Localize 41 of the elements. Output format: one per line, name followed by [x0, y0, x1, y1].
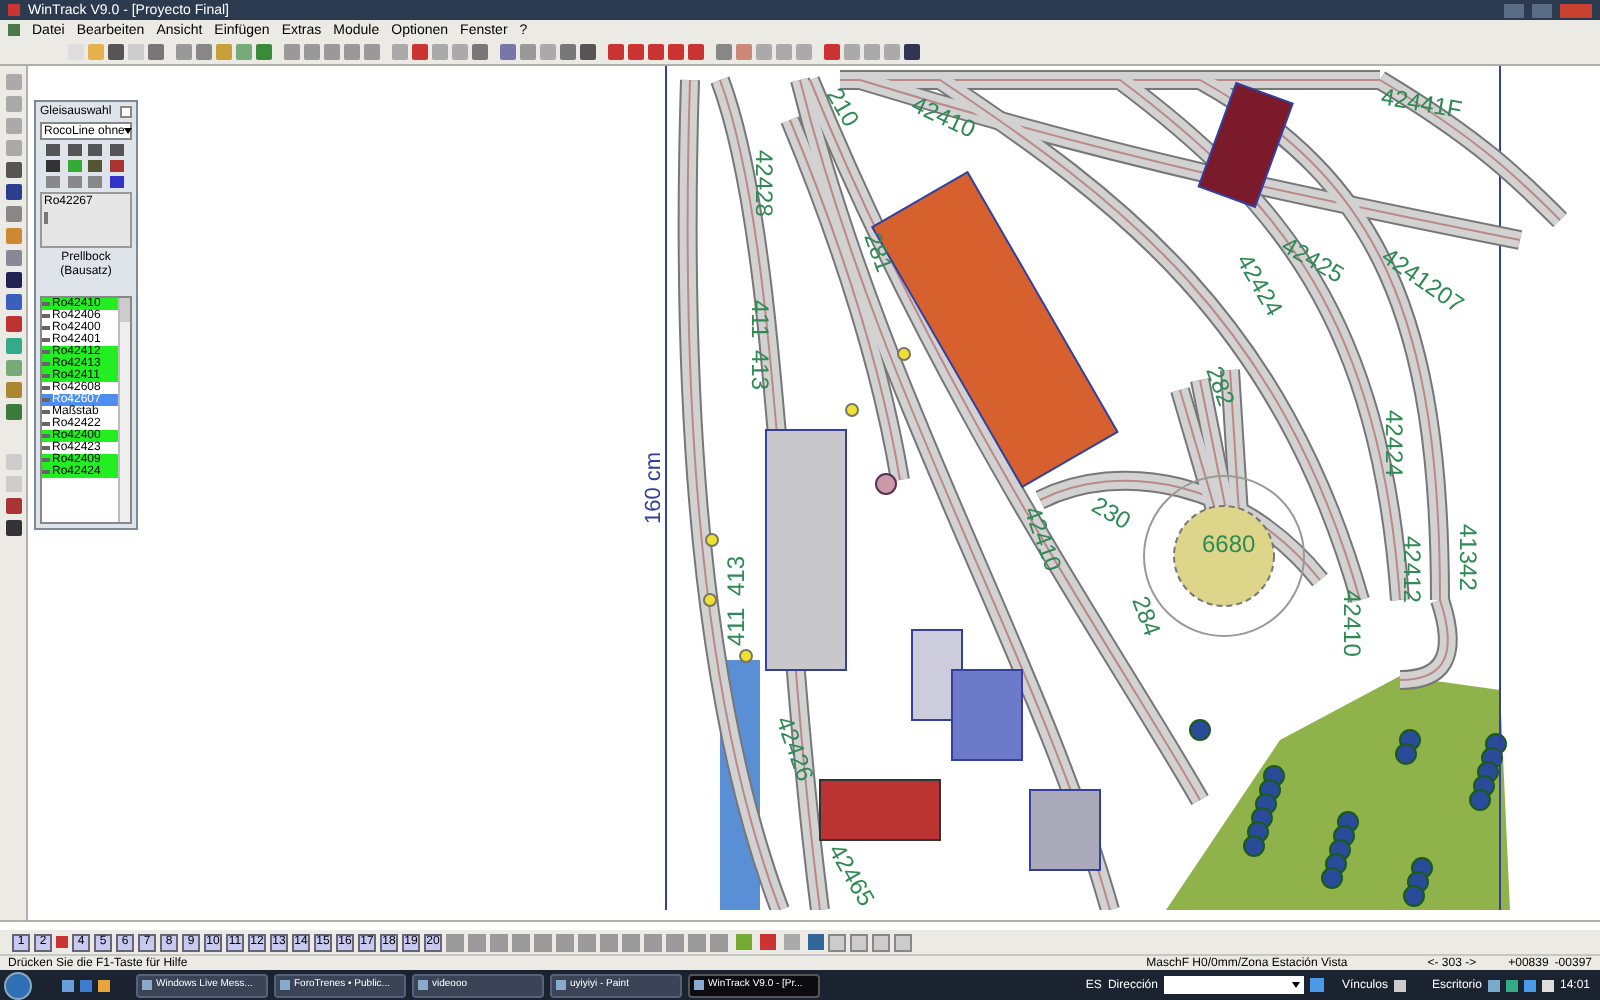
track-label: 411 [722, 607, 750, 646]
track-label: 210 [820, 83, 866, 132]
track-label: 42428 [750, 150, 778, 217]
track-label: 42441F [1378, 82, 1464, 125]
track-label: 284 [1126, 592, 1167, 640]
turntable [1173, 505, 1275, 607]
track-label: 230 [1087, 490, 1136, 536]
track-label: 42426 [770, 712, 820, 785]
signal-lamp [703, 593, 717, 607]
caret-icon [1291, 982, 1300, 988]
track-label: 413 [746, 350, 774, 391]
track-label: 281 [858, 228, 899, 276]
track-label: 42410 [1338, 590, 1366, 657]
track-label: 42412 [1398, 536, 1426, 603]
start-button[interactable] [4, 971, 32, 999]
track-label: 42410 [1018, 502, 1068, 575]
minimize-icon[interactable] [1504, 3, 1524, 17]
document-icon [8, 24, 20, 36]
signal-lamp [739, 649, 753, 663]
track-label: 6680 [1202, 530, 1256, 558]
maximize-icon[interactable] [1532, 3, 1552, 17]
track-label: 282 [1200, 362, 1241, 410]
track-label: 411 [746, 300, 774, 339]
folder-icon [1393, 979, 1406, 991]
close-icon[interactable] [1560, 3, 1592, 17]
flag-icon [56, 936, 68, 948]
dimension-label: 160 cm [642, 451, 666, 524]
caret-icon [124, 128, 133, 134]
track-drawing[interactable] [677, 70, 1568, 910]
signal-lamp [705, 533, 719, 547]
drawing-canvas[interactable] [28, 66, 1600, 920]
address-field[interactable] [1163, 976, 1304, 994]
track-label: 42410 [907, 90, 980, 144]
close-icon[interactable] [120, 106, 132, 118]
track-label: 413 [722, 555, 750, 596]
track-label: 41342 [1454, 524, 1482, 591]
app-icon [8, 4, 20, 16]
scrollbar[interactable] [118, 298, 130, 522]
signal-lamp [897, 347, 911, 361]
signal-lamp [845, 403, 859, 417]
track-label: 42424 [1380, 410, 1408, 477]
